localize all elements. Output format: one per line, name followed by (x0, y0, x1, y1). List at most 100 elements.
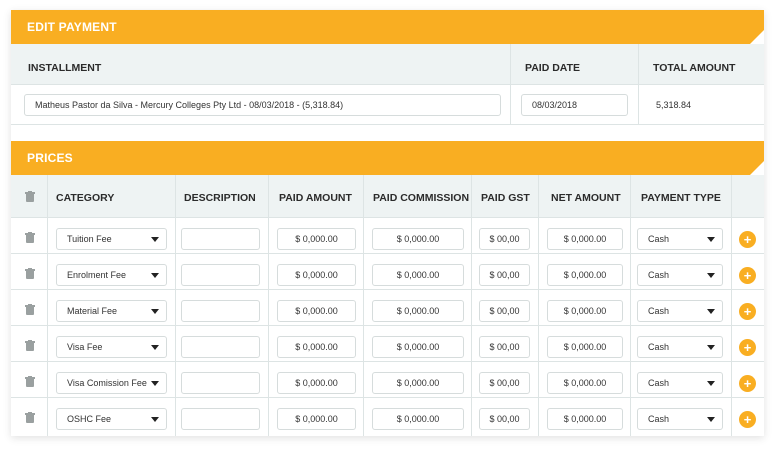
payment-type-value: Cash (648, 270, 670, 280)
category-select[interactable]: Tuition Fee (56, 228, 167, 250)
add-row-button[interactable]: + (739, 375, 756, 392)
payment-type-value: Cash (648, 306, 670, 316)
paid-date-field[interactable]: 08/03/2018 (521, 94, 628, 116)
paid-amount-input[interactable]: $ 0,000.00 (277, 372, 356, 394)
description-input[interactable] (181, 300, 260, 322)
plus-icon: + (743, 376, 752, 391)
paid-commission-value: $ 0,000.00 (396, 270, 440, 280)
paid-amount-value: $ 0,000.00 (295, 414, 338, 424)
description-input[interactable] (181, 408, 260, 430)
chevron-down-icon (151, 273, 159, 278)
chevron-down-icon (707, 345, 715, 350)
paid-commission-input[interactable]: $ 0,000.00 (372, 372, 464, 394)
plus-icon: + (743, 412, 752, 427)
paid-gst-input[interactable]: $ 00,00 (479, 336, 530, 358)
installment-header: INSTALLMENT (28, 62, 102, 74)
trash-icon[interactable] (25, 232, 35, 243)
paid-gst-input[interactable]: $ 00,00 (479, 408, 530, 430)
net-amount-input[interactable]: $ 0,000.00 (547, 228, 623, 250)
corner-fold (750, 30, 764, 44)
description-input[interactable] (181, 264, 260, 286)
payment-type-value: Cash (648, 414, 670, 424)
chevron-down-icon (151, 345, 159, 350)
trash-icon[interactable] (25, 268, 35, 279)
paid-commission-input[interactable]: $ 0,000.00 (372, 336, 464, 358)
payment-type-value: Cash (648, 378, 670, 388)
edit-payment-header: EDIT PAYMENT (11, 10, 764, 44)
paid-gst-value: $ 00,00 (489, 342, 520, 352)
payment-type-header: PAYMENT TYPE (641, 192, 721, 204)
paid-amount-value: $ 0,000.00 (295, 342, 338, 352)
paid-commission-input[interactable]: $ 0,000.00 (372, 300, 464, 322)
payment-type-select[interactable]: Cash (637, 372, 723, 394)
add-row-button[interactable]: + (739, 231, 756, 248)
paid-amount-input[interactable]: $ 0,000.00 (277, 228, 356, 250)
payment-type-select[interactable]: Cash (637, 264, 723, 286)
paid-gst-input[interactable]: $ 00,00 (479, 228, 530, 250)
edit-payment-card: EDIT PAYMENT INSTALLMENT PAID DATE TOTAL… (11, 10, 764, 436)
net-amount-value: $ 0,000.00 (563, 270, 607, 280)
description-input[interactable] (181, 336, 260, 358)
paid-gst-input[interactable]: $ 00,00 (479, 372, 530, 394)
paid-gst-input[interactable]: $ 00,00 (479, 300, 530, 322)
paid-gst-value: $ 00,00 (489, 306, 520, 316)
trash-icon[interactable] (25, 304, 35, 315)
chevron-down-icon (151, 237, 159, 242)
net-amount-input[interactable]: $ 0,000.00 (547, 300, 623, 322)
paid-amount-input[interactable]: $ 0,000.00 (277, 300, 356, 322)
add-row-button[interactable]: + (739, 303, 756, 320)
plus-icon: + (743, 304, 752, 319)
divider (11, 84, 764, 85)
paid-commission-value: $ 0,000.00 (396, 234, 440, 244)
trash-icon[interactable] (25, 340, 35, 351)
prices-title: PRICES (27, 151, 73, 165)
category-select[interactable]: OSHC Fee (56, 408, 167, 430)
description-input[interactable] (181, 228, 260, 250)
add-row-button[interactable]: + (739, 267, 756, 284)
net-amount-input[interactable]: $ 0,000.00 (547, 408, 623, 430)
trash-icon[interactable] (25, 412, 35, 423)
paid-amount-value: $ 0,000.00 (295, 378, 338, 388)
paid-amount-input[interactable]: $ 0,000.00 (277, 336, 356, 358)
category-value: Visa Comission Fee (67, 378, 147, 388)
description-input[interactable] (181, 372, 260, 394)
net-amount-value: $ 0,000.00 (563, 378, 607, 388)
net-amount-input[interactable]: $ 0,000.00 (547, 264, 623, 286)
divider (11, 361, 764, 362)
chevron-down-icon (707, 417, 715, 422)
category-select[interactable]: Enrolment Fee (56, 264, 167, 286)
paid-gst-value: $ 00,00 (489, 234, 520, 244)
paid-commission-input[interactable]: $ 0,000.00 (372, 408, 464, 430)
payment-type-select[interactable]: Cash (637, 336, 723, 358)
net-amount-value: $ 0,000.00 (563, 414, 607, 424)
payment-type-value: Cash (648, 342, 670, 352)
paid-date-header: PAID DATE (525, 62, 581, 74)
category-select[interactable]: Material Fee (56, 300, 167, 322)
installment-header-row (11, 44, 764, 84)
paid-gst-input[interactable]: $ 00,00 (479, 264, 530, 286)
installment-field[interactable]: Matheus Pastor da Silva - Mercury Colleg… (24, 94, 501, 116)
net-amount-input[interactable]: $ 0,000.00 (547, 372, 623, 394)
category-select[interactable]: Visa Fee (56, 336, 167, 358)
divider (11, 253, 764, 254)
paid-commission-input[interactable]: $ 0,000.00 (372, 264, 464, 286)
category-select[interactable]: Visa Comission Fee (56, 372, 167, 394)
payment-type-select[interactable]: Cash (637, 408, 723, 430)
paid-commission-value: $ 0,000.00 (396, 306, 440, 316)
payment-type-select[interactable]: Cash (637, 228, 723, 250)
paid-commission-input[interactable]: $ 0,000.00 (372, 228, 464, 250)
net-amount-input[interactable]: $ 0,000.00 (547, 336, 623, 358)
paid-gst-value: $ 00,00 (489, 414, 520, 424)
trash-icon[interactable] (25, 376, 35, 387)
chevron-down-icon (707, 381, 715, 386)
divider (11, 289, 764, 290)
payment-type-value: Cash (648, 234, 670, 244)
paid-amount-input[interactable]: $ 0,000.00 (277, 264, 356, 286)
trash-icon[interactable] (25, 191, 35, 202)
paid-amount-input[interactable]: $ 0,000.00 (277, 408, 356, 430)
add-row-button[interactable]: + (739, 339, 756, 356)
add-row-button[interactable]: + (739, 411, 756, 428)
paid-commission-value: $ 0,000.00 (396, 378, 440, 388)
payment-type-select[interactable]: Cash (637, 300, 723, 322)
edit-payment-title: EDIT PAYMENT (27, 20, 117, 34)
